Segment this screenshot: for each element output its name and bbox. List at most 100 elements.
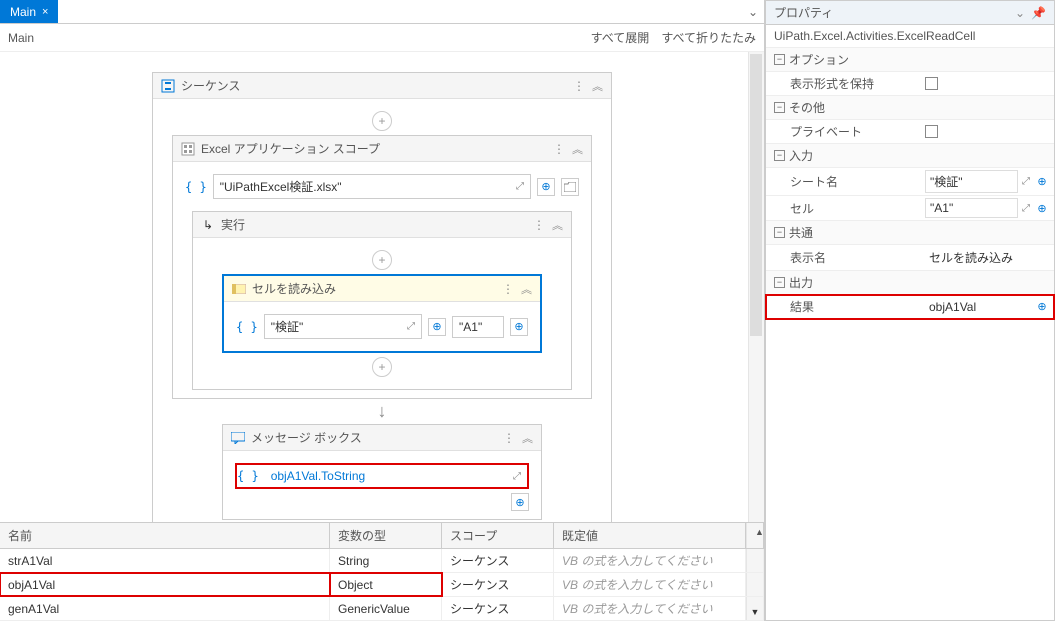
add-button[interactable]: ⊕ (1034, 174, 1050, 190)
message-box-title: メッセージ ボックス (251, 429, 497, 446)
read-cell-icon (232, 282, 246, 296)
add-activity-button[interactable]: + (372, 250, 392, 270)
sequence-icon (161, 79, 175, 93)
arrow-right-icon: ↳ (201, 218, 215, 232)
add-button[interactable]: ⊕ (428, 318, 446, 336)
collapse-toggle-icon[interactable]: − (774, 227, 785, 238)
sheet-value-input[interactable]: "検証" (925, 170, 1018, 193)
scrollbar-vertical[interactable] (748, 52, 764, 522)
read-cell-title: セルを読み込み (252, 280, 496, 297)
breadcrumb[interactable]: Main (8, 31, 34, 45)
cell-value-input[interactable]: "A1" (925, 198, 1018, 218)
tab-title: Main (10, 5, 36, 19)
table-row[interactable]: genA1Val GenericValue シーケンス VB の式を入力してくだ… (0, 597, 764, 621)
result-value-input[interactable]: objA1Val (925, 298, 1030, 316)
expression-icon: { } (237, 469, 259, 483)
col-header-scope[interactable]: スコープ (442, 523, 554, 548)
collapse-all-link[interactable]: すべて折りたたみ (661, 29, 756, 46)
folder-icon[interactable] (561, 178, 579, 196)
prop-cell: セル "A1" ⤢ ⊕ (766, 196, 1054, 221)
properties-title: プロパティ (774, 4, 1015, 21)
chevron-down-icon[interactable]: ⌄ (1015, 6, 1025, 20)
properties-panel: プロパティ ⌄ 📌 UiPath.Excel.Activities.ExcelR… (765, 0, 1055, 621)
add-button[interactable]: ⊕ (1034, 200, 1050, 216)
col-header-default[interactable]: 既定値 (554, 523, 746, 548)
cell-input[interactable]: "A1" (452, 316, 504, 338)
add-button[interactable]: ⊕ (1034, 299, 1050, 315)
expand-icon[interactable]: ⤢ (407, 321, 415, 332)
table-row[interactable]: strA1Val String シーケンス VB の式を入力してください (0, 549, 764, 573)
group-header[interactable]: −オプション (766, 48, 1054, 72)
add-activity-button[interactable]: + (372, 357, 392, 377)
sequence-title: シーケンス (181, 77, 567, 94)
col-header-type[interactable]: 変数の型 (330, 523, 442, 548)
message-input[interactable]: objA1Val.ToString⤢ (265, 465, 527, 487)
col-header-name[interactable]: 名前 (0, 523, 330, 548)
expand-icon[interactable]: ⤢ (513, 471, 521, 482)
group-header[interactable]: −出力 (766, 271, 1054, 295)
designer-canvas[interactable]: シーケンス ⋮ ︽ + Excel アプリケーション スコープ ⋮ ︽ (0, 52, 764, 522)
prop-private: プライベート (766, 120, 1054, 144)
add-activity-button[interactable]: + (372, 111, 392, 131)
excel-scope-title: Excel アプリケーション スコープ (201, 140, 547, 157)
checkbox[interactable] (925, 77, 938, 90)
properties-header: プロパティ ⌄ 📌 (766, 1, 1054, 25)
flow-arrow-icon: ↓ (378, 401, 387, 422)
group-input: −入力 シート名 "検証" ⤢ ⊕ セル "A1" ⤢ ⊕ (766, 144, 1054, 221)
checkbox[interactable] (925, 125, 938, 138)
add-button[interactable]: ⊕ (510, 318, 528, 336)
menu-icon[interactable]: ⋮ (502, 282, 515, 296)
collapse-icon[interactable]: ︽ (592, 78, 603, 94)
collapse-icon[interactable]: ︽ (522, 430, 533, 446)
execute-title: 実行 (221, 216, 527, 233)
expression-icon: { } (185, 180, 207, 194)
breadcrumb-bar: Main すべて展開 すべて折りたたみ (0, 24, 764, 52)
scrollbar-vertical[interactable]: ▼ (746, 597, 764, 620)
excel-icon (181, 142, 195, 156)
display-name-input[interactable]: セルを読み込み (925, 247, 1050, 268)
menu-icon[interactable]: ⋮ (573, 79, 586, 93)
group-options: −オプション 表示形式を保持 (766, 48, 1054, 96)
menu-icon[interactable]: ⋮ (503, 431, 516, 445)
expand-icon[interactable]: ⤢ (1022, 203, 1030, 214)
tab-main[interactable]: Main × (0, 0, 58, 23)
read-cell-activity[interactable]: セルを読み込み ⋮ ︽ { } "検証"⤢ ⊕ (222, 274, 542, 353)
group-common: −共通 表示名 セルを読み込み (766, 221, 1054, 271)
variables-panel: 名前 変数の型 スコープ 既定値 ▲ strA1Val String シーケンス… (0, 522, 764, 621)
workbook-path-input[interactable]: "UiPathExcel検証.xlsx"⤢ (213, 174, 531, 199)
prop-display-name: 表示名 セルを読み込み (766, 245, 1054, 271)
add-button[interactable]: ⊕ (537, 178, 555, 196)
group-other: −その他 プライベート (766, 96, 1054, 144)
menu-icon[interactable]: ⋮ (553, 142, 566, 156)
collapse-icon[interactable]: ︽ (521, 281, 532, 297)
sheet-input[interactable]: "検証"⤢ (264, 314, 422, 339)
collapse-toggle-icon[interactable]: − (774, 54, 785, 65)
group-header[interactable]: −入力 (766, 144, 1054, 168)
prop-preserve-format: 表示形式を保持 (766, 72, 1054, 96)
expand-icon[interactable]: ⤢ (516, 181, 524, 192)
scrollbar-vertical[interactable]: ▲ (746, 523, 764, 548)
expand-all-link[interactable]: すべて展開 (591, 29, 650, 46)
activity-type: UiPath.Excel.Activities.ExcelReadCell (766, 25, 1054, 48)
group-header[interactable]: −共通 (766, 221, 1054, 245)
close-icon[interactable]: × (42, 6, 48, 18)
collapse-toggle-icon[interactable]: − (774, 277, 785, 288)
expand-icon[interactable]: ⤢ (1022, 176, 1030, 187)
collapse-icon[interactable]: ︽ (552, 217, 563, 233)
execute-activity[interactable]: ↳ 実行 ⋮ ︽ + (192, 211, 572, 390)
collapse-toggle-icon[interactable]: − (774, 150, 785, 161)
excel-scope-activity[interactable]: Excel アプリケーション スコープ ⋮ ︽ { } "UiPathExcel… (172, 135, 592, 399)
collapse-toggle-icon[interactable]: − (774, 102, 785, 113)
message-box-activity[interactable]: メッセージ ボックス ⋮ ︽ { } objA1Val.ToString⤢ ⊕ (222, 424, 542, 520)
prop-result: 結果 objA1Val ⊕ (766, 295, 1054, 319)
menu-icon[interactable]: ⋮ (533, 218, 546, 232)
pin-icon[interactable]: 📌 (1031, 6, 1046, 20)
table-row[interactable]: objA1Val Object シーケンス VB の式を入力してください (0, 573, 764, 597)
chevron-down-icon[interactable]: ⌄ (742, 5, 764, 19)
sequence-activity[interactable]: シーケンス ⋮ ︽ + Excel アプリケーション スコープ ⋮ ︽ (152, 72, 612, 522)
add-button[interactable]: ⊕ (511, 493, 529, 511)
collapse-icon[interactable]: ︽ (572, 141, 583, 157)
group-header[interactable]: −その他 (766, 96, 1054, 120)
tab-bar: Main × ⌄ (0, 0, 764, 24)
prop-sheet: シート名 "検証" ⤢ ⊕ (766, 168, 1054, 196)
